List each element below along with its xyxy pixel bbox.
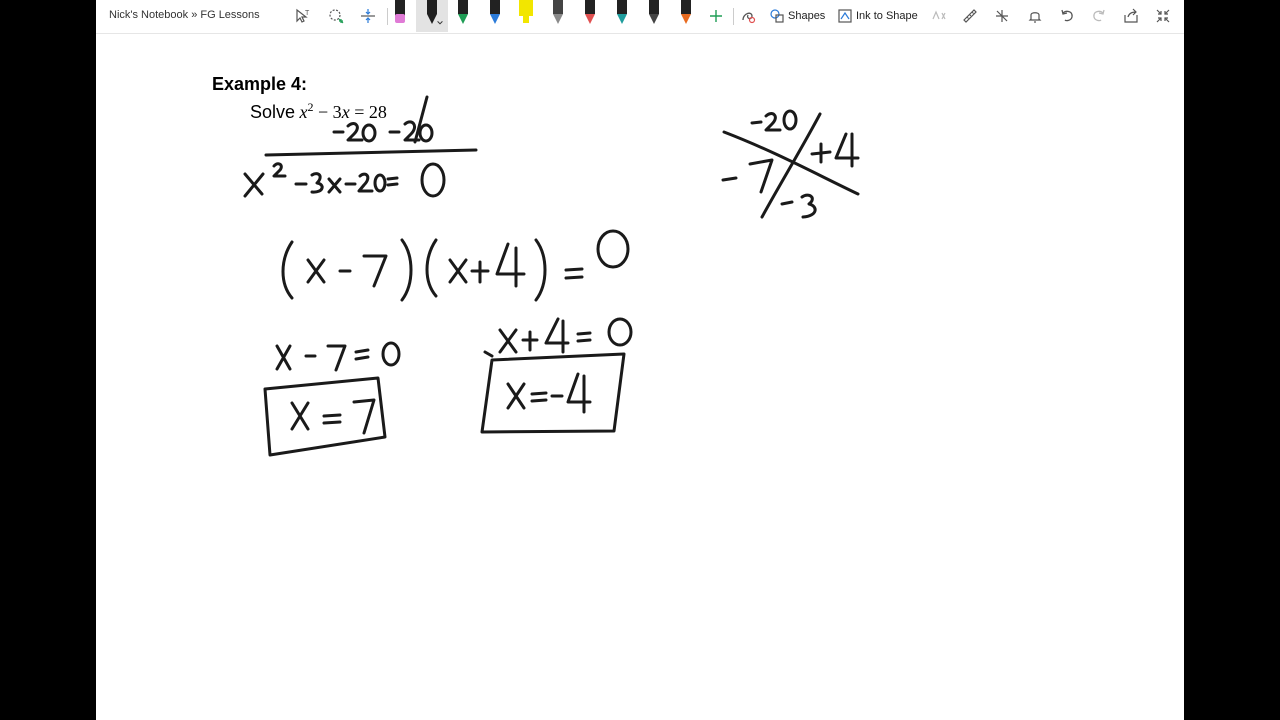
ink-solution-1-equation bbox=[275, 341, 401, 372]
ink-replay-icon[interactable] bbox=[738, 6, 758, 26]
toolbar: Nick's Notebook » FG Lessons T Shapes In… bbox=[96, 0, 1184, 34]
ink-underline bbox=[264, 148, 478, 157]
add-space-icon[interactable] bbox=[358, 6, 378, 26]
undo-icon[interactable] bbox=[1057, 6, 1077, 26]
shapes-label: Shapes bbox=[788, 10, 826, 22]
chevron-down-icon[interactable] bbox=[435, 18, 445, 28]
ink-equation-standard-form bbox=[243, 162, 446, 198]
bell-icon[interactable] bbox=[1025, 6, 1045, 26]
ink-to-shape-button[interactable]: Ink to Shape bbox=[838, 6, 918, 26]
ruler-icon[interactable] bbox=[960, 6, 980, 26]
shapes-button[interactable]: Shapes bbox=[770, 6, 825, 26]
type-select-icon[interactable]: T bbox=[293, 6, 313, 26]
dark-pen-icon[interactable] bbox=[647, 0, 661, 26]
gray-pencil-icon[interactable] bbox=[551, 0, 565, 26]
ink-solution-1-box bbox=[263, 376, 387, 457]
math-tools-icon[interactable] bbox=[992, 6, 1012, 26]
onenote-window: Nick's Notebook » FG Lessons T Shapes In… bbox=[96, 0, 1184, 720]
teal-pen-icon[interactable] bbox=[615, 0, 629, 26]
svg-text:T: T bbox=[305, 10, 310, 17]
ink-solution-2-equation bbox=[483, 317, 633, 358]
ink-factored-equation bbox=[281, 229, 630, 302]
breadcrumb[interactable]: Nick's Notebook » FG Lessons bbox=[109, 9, 260, 21]
redo-icon[interactable] bbox=[1089, 6, 1109, 26]
orange-pen-icon[interactable] bbox=[679, 0, 693, 26]
ink-to-math-icon[interactable] bbox=[929, 6, 949, 26]
handwritten-ink-layer bbox=[243, 95, 860, 457]
ink-to-shape-label: Ink to Shape bbox=[856, 10, 918, 22]
pink-eraser-pen-icon[interactable] bbox=[393, 0, 407, 26]
share-icon[interactable] bbox=[1121, 6, 1141, 26]
red-pen-icon[interactable] bbox=[583, 0, 597, 26]
notebook-page-canvas[interactable]: Example 4: Solve x2 − 3x = 28 bbox=[96, 34, 1184, 720]
add-pen-icon[interactable] bbox=[706, 6, 726, 26]
green-pen-icon[interactable] bbox=[456, 0, 470, 26]
ink-factor-x-diagram bbox=[721, 109, 860, 219]
lasso-select-icon[interactable] bbox=[326, 6, 346, 26]
ink-solution-2-box bbox=[480, 352, 626, 434]
blue-pen-icon[interactable] bbox=[488, 0, 502, 26]
yellow-highlighter-icon[interactable] bbox=[519, 0, 533, 26]
collapse-fullscreen-icon[interactable] bbox=[1153, 6, 1173, 26]
